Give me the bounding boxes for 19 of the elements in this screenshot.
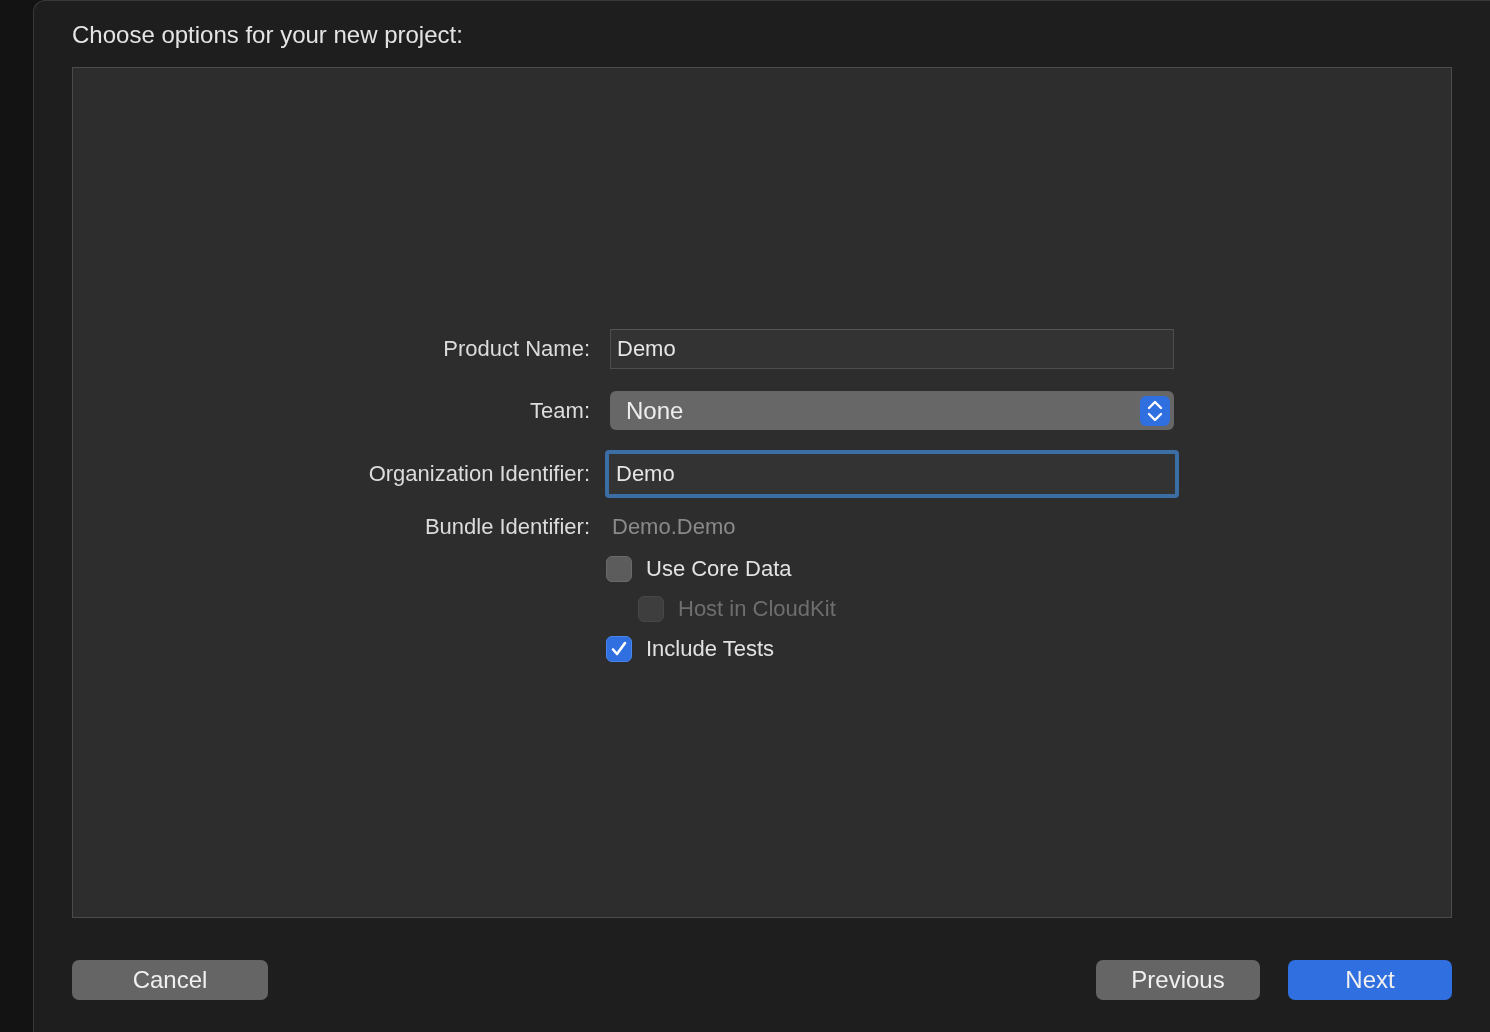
checkbox[interactable] [606, 556, 632, 582]
field-label: Bundle Identifier: [424, 514, 590, 539]
field-label: Organization Identifier: [368, 461, 590, 486]
stepper-icon [1139, 394, 1171, 427]
field-label: Product Name: [443, 336, 590, 361]
team-popup-button[interactable]: None [610, 391, 1174, 430]
bundle-identifier-value: Demo.Demo [611, 514, 736, 539]
field-label: Team: [530, 397, 590, 423]
checkbox-label: Host in CloudKit [678, 596, 836, 622]
dialog-title: Choose options for your new project: [72, 21, 464, 49]
checkbox-label: Include Tests [646, 636, 774, 662]
checkmark-icon [610, 640, 628, 658]
dialog-button[interactable]: Previous [1096, 960, 1260, 1000]
checkbox-label: Use Core Data [646, 556, 792, 582]
text-field[interactable]: Demo [610, 329, 1174, 369]
checkbox[interactable] [606, 636, 632, 662]
text-field[interactable]: Demo [605, 450, 1179, 498]
primary-button[interactable]: Next [1288, 960, 1452, 1000]
dialog-button[interactable]: Cancel [72, 960, 268, 1000]
